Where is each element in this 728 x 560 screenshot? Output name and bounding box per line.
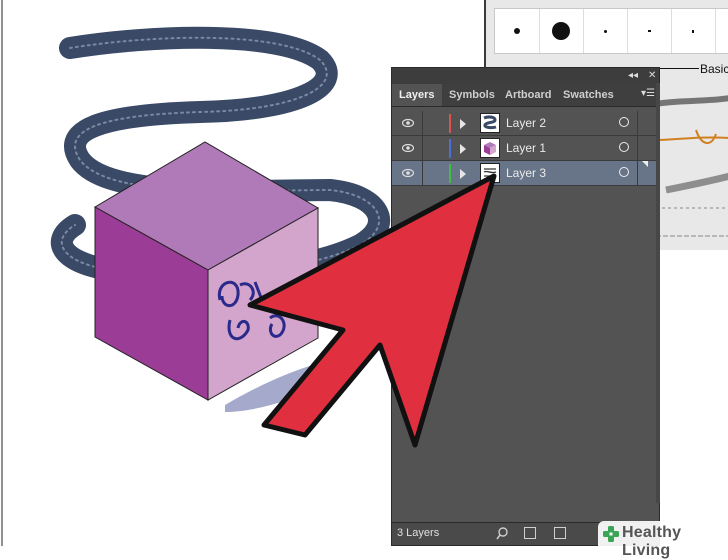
- expand-arrow-icon[interactable]: [460, 144, 466, 154]
- layer-color-swatch: [449, 139, 451, 158]
- layer-name: Layer 1: [506, 141, 547, 155]
- layer-color-swatch: [449, 114, 451, 133]
- brush-dot-icon: [514, 28, 520, 34]
- target-circle-icon[interactable]: [619, 117, 629, 127]
- brush-tiny-dot[interactable]: [583, 9, 628, 53]
- brush-small-dot[interactable]: [495, 9, 540, 53]
- tab-artboards[interactable]: Artboard: [505, 84, 551, 106]
- layer-color-swatch: [449, 164, 451, 183]
- expand-arrow-icon[interactable]: [460, 119, 466, 129]
- brush-swatches-row: [494, 8, 728, 54]
- brush-dot-icon: [552, 22, 570, 40]
- divider: [422, 136, 423, 161]
- layer-thumbnail: [480, 138, 500, 158]
- divider: [637, 136, 638, 161]
- eye-icon[interactable]: [402, 143, 414, 153]
- brush-previews: [656, 95, 728, 237]
- layer-name: Layer 3: [506, 166, 547, 180]
- tab-layers[interactable]: Layers: [392, 84, 442, 106]
- watermark-brand: Healthy Living: [622, 524, 682, 559]
- tab-symbols[interactable]: Symbols: [449, 84, 495, 106]
- make-clipping-mask-icon[interactable]: [524, 527, 536, 539]
- layer-thumbnail: [480, 163, 500, 183]
- watermark: Healthy Living: [598, 521, 728, 559]
- close-icon[interactable]: ✕: [648, 68, 656, 84]
- panel-menu-icon[interactable]: ▾☰: [641, 88, 655, 99]
- layer-row-selected[interactable]: Layer 3: [392, 161, 659, 186]
- brush-dot-icon: [604, 30, 607, 33]
- new-sublayer-icon[interactable]: [554, 527, 566, 539]
- tab-swatches[interactable]: Swatches: [563, 84, 614, 106]
- brush-dot-icon: [692, 30, 694, 33]
- brush-tiny-dot-3[interactable]: [671, 9, 716, 53]
- eye-icon[interactable]: [402, 168, 414, 178]
- divider: [637, 111, 638, 136]
- layers-panel: ◂◂ ✕ Layers Symbols Artboard Swatches ▾☰…: [391, 67, 660, 546]
- search-icon[interactable]: [496, 527, 509, 540]
- selection-corner-icon: [642, 161, 648, 167]
- double-chevron-icon[interactable]: ◂◂: [628, 68, 638, 84]
- panel-title-bar[interactable]: ◂◂ ✕: [392, 68, 659, 84]
- brush-dot-icon: [648, 30, 651, 32]
- eye-icon[interactable]: [402, 118, 414, 128]
- divider: [637, 161, 638, 186]
- layer-thumbnail: [480, 113, 500, 133]
- divider: [422, 161, 423, 186]
- health-cross-icon: [603, 526, 619, 542]
- layer-row[interactable]: Layer 2: [392, 111, 659, 136]
- expand-arrow-icon[interactable]: [460, 169, 466, 179]
- brush-large-dot[interactable]: [539, 9, 584, 53]
- layers-scrollbar[interactable]: [656, 83, 660, 503]
- layer-name: Layer 2: [506, 116, 547, 130]
- divider: [422, 111, 423, 136]
- layer-row[interactable]: Layer 1: [392, 136, 659, 161]
- layers-list: Layer 2 Layer 1 Layer 3: [392, 111, 659, 186]
- basic-brush-label: Basic: [700, 62, 728, 76]
- panel-tabs: Layers Symbols Artboard Swatches ▾☰: [392, 84, 659, 107]
- layers-count: 3 Layers: [397, 527, 440, 539]
- target-circle-icon[interactable]: [619, 142, 629, 152]
- target-circle-icon[interactable]: [619, 167, 629, 177]
- brush-tiny-dot-2[interactable]: [627, 9, 672, 53]
